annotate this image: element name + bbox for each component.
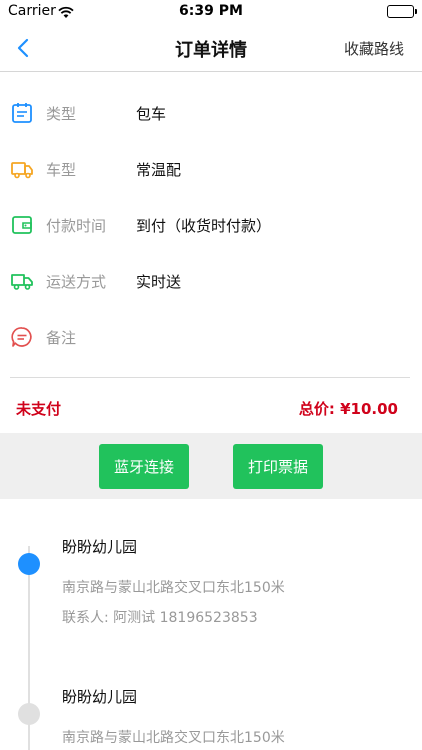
stop-contact: 联系人: 阿测试 18196523853 — [62, 610, 258, 626]
favorite-route-button[interactable]: 收藏路线 — [344, 38, 404, 59]
action-bar: 蓝牙连接 打印票据 — [0, 433, 422, 499]
payment-status: 未支付 — [16, 400, 62, 418]
detail-row-delivery-method: 运送方式 实时送 — [0, 253, 422, 309]
detail-value: 实时送 — [136, 273, 182, 291]
stop-name: 盼盼幼儿园 — [62, 688, 138, 706]
detail-label: 类型 — [46, 105, 77, 123]
bluetooth-connect-button[interactable]: 蓝牙连接 — [99, 444, 189, 489]
total-price: 总价: ¥10.00 — [298, 400, 398, 418]
divider — [10, 377, 410, 378]
detail-value: 到付（收货时付款） — [136, 217, 272, 235]
calendar-icon — [12, 103, 32, 123]
nav-bar: 订单详情 收藏路线 — [0, 24, 422, 72]
stop-address: 南京路与蒙山北路交叉口东北150米 — [62, 580, 285, 596]
detail-label: 付款时间 — [46, 217, 107, 235]
delivery-truck-icon — [11, 274, 33, 290]
stop-name: 盼盼幼儿园 — [62, 538, 138, 556]
detail-label: 运送方式 — [46, 273, 107, 291]
battery-icon — [387, 5, 417, 18]
detail-row-remarks: 备注 — [0, 309, 422, 365]
detail-row-vehicle: 车型 常温配 — [0, 141, 422, 197]
back-button[interactable] — [8, 32, 38, 64]
detail-label: 车型 — [46, 161, 77, 179]
truck-icon — [11, 162, 33, 179]
stop-address: 南京路与蒙山北路交叉口东北150米 — [62, 730, 285, 746]
detail-value: 包车 — [136, 105, 167, 123]
detail-row-type: 类型 包车 — [0, 85, 422, 141]
wallet-icon — [12, 216, 32, 234]
timeline-dot-inactive — [18, 703, 40, 725]
chevron-left-icon — [17, 38, 29, 58]
comment-icon — [11, 327, 32, 347]
detail-row-payment-time: 付款时间 到付（收货时付款） — [0, 197, 422, 253]
detail-value: 常温配 — [136, 161, 182, 179]
clock: 6:39 PM — [179, 3, 243, 19]
status-bar: Carrier 6:39 PM — [0, 0, 422, 24]
detail-label: 备注 — [46, 329, 77, 347]
timeline-dot-active — [18, 553, 40, 575]
print-receipt-button[interactable]: 打印票据 — [233, 444, 323, 489]
